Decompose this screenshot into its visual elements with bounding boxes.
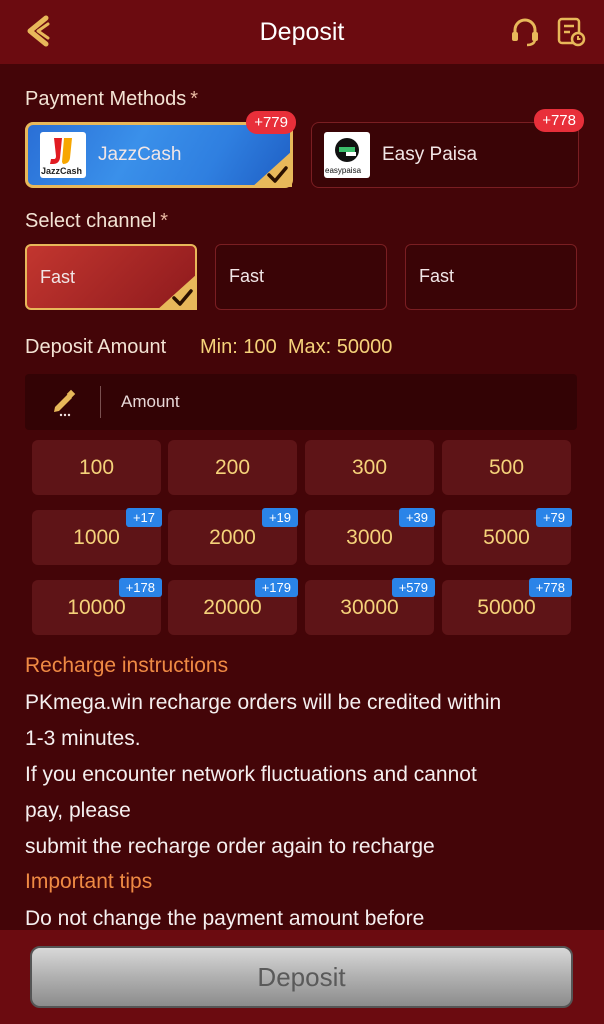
channel-option-1[interactable]: Fast <box>25 244 197 310</box>
required-mark: * <box>190 88 198 110</box>
bonus-badge: +19 <box>261 508 298 527</box>
history-icon[interactable] <box>556 16 586 48</box>
bonus-badge: +779 <box>246 111 296 134</box>
amount-option-20000[interactable]: 20000 +179 <box>168 578 298 635</box>
instruction-line: submit the recharge order again to recha… <box>25 835 435 858</box>
amount-option-500[interactable]: 500 <box>442 440 571 495</box>
instruction-line: PKmega.win recharge orders will be credi… <box>25 691 502 714</box>
bonus-badge: +778 <box>534 109 584 132</box>
amount-value: 300 <box>351 455 388 479</box>
channel-label: Fast <box>40 267 76 287</box>
amount-value: 30000 <box>340 595 399 619</box>
payment-method-jazzcash[interactable]: JazzCash JazzCash +779 <box>25 111 296 188</box>
amount-input-row <box>25 374 577 430</box>
deposit-content: Payment Methods * JazzCash JazzCash +779 … <box>0 64 604 930</box>
amount-option-50000[interactable]: 50000 +778 <box>442 578 572 635</box>
headset-icon[interactable] <box>510 16 540 48</box>
important-tips-title: Important tips <box>25 870 153 893</box>
checkmark-icon <box>252 151 292 187</box>
deposit-button[interactable]: Deposit <box>30 946 573 1008</box>
channel-option-2[interactable]: Fast <box>215 244 387 310</box>
amount-option-100[interactable]: 100 <box>32 440 161 495</box>
easypaisa-logo: easypaisa <box>324 132 370 178</box>
payment-methods-label-text: Payment Methods <box>25 88 187 110</box>
jazzcash-logo-text: JazzCash <box>41 166 83 176</box>
select-channel-label: Select channel * <box>25 210 168 233</box>
deposit-amount-limits: Min: 100 Max: 50000 <box>200 336 393 358</box>
checkmark-icon <box>157 274 197 310</box>
amount-value: 2000 <box>209 525 256 549</box>
amount-value: 5000 <box>483 525 530 549</box>
bonus-badge: +179 <box>254 578 298 597</box>
easypaisa-logo-text: easypaisa <box>325 166 362 175</box>
pencil-icon <box>54 389 76 417</box>
tip-line: Do not change the payment amount before <box>25 907 425 930</box>
amount-value: 500 <box>488 455 525 479</box>
recharge-instructions-title: Recharge instructions <box>25 654 229 677</box>
amount-option-300[interactable]: 300 <box>305 440 434 495</box>
input-divider <box>100 386 101 418</box>
amount-option-200[interactable]: 200 <box>168 440 297 495</box>
instruction-line: 1-3 minutes. <box>25 727 141 750</box>
channel-label: Fast <box>229 266 265 286</box>
amount-input[interactable] <box>121 384 561 420</box>
amount-value: 50000 <box>477 595 536 619</box>
amount-option-1000[interactable]: 1000 +17 <box>32 508 162 565</box>
instruction-line: If you encounter network fluctuations an… <box>25 763 477 786</box>
bonus-badge: +17 <box>125 508 162 527</box>
bonus-badge: +579 <box>391 578 435 597</box>
amount-option-2000[interactable]: 2000 +19 <box>168 508 298 565</box>
payment-method-easypaisa[interactable]: easypaisa Easy Paisa +778 <box>311 109 584 188</box>
amount-option-30000[interactable]: 30000 +579 <box>305 578 435 635</box>
payment-methods-label: Payment Methods * <box>25 88 198 111</box>
amount-value: 100 <box>78 455 115 479</box>
channel-option-3[interactable]: Fast <box>405 244 577 310</box>
amount-value: 1000 <box>73 525 120 549</box>
jazzcash-logo: JazzCash <box>40 132 86 178</box>
amount-option-5000[interactable]: 5000 +79 <box>442 508 572 565</box>
header-bar: Deposit <box>0 0 604 64</box>
easypaisa-label: Easy Paisa <box>382 144 478 165</box>
required-mark: * <box>160 210 168 232</box>
channel-label: Fast <box>419 266 455 286</box>
amount-value: 20000 <box>203 595 262 619</box>
instruction-line: pay, please <box>25 799 131 822</box>
select-channel-label-text: Select channel <box>25 210 157 232</box>
amount-value: 3000 <box>346 525 393 549</box>
page-title: Deposit <box>259 17 345 46</box>
bonus-badge: +778 <box>528 578 572 597</box>
footer-bar: Deposit <box>0 930 604 1024</box>
amount-value: 200 <box>214 455 251 479</box>
back-arrow-icon[interactable] <box>22 14 52 48</box>
bonus-badge: +39 <box>398 508 435 527</box>
jazzcash-label: JazzCash <box>98 144 182 165</box>
bonus-badge: +79 <box>535 508 572 527</box>
amount-value: 10000 <box>67 595 126 619</box>
amount-option-3000[interactable]: 3000 +39 <box>305 508 435 565</box>
deposit-amount-label: Deposit Amount <box>25 336 167 358</box>
bonus-badge: +178 <box>118 578 162 597</box>
amount-option-10000[interactable]: 10000 +178 <box>32 578 162 635</box>
